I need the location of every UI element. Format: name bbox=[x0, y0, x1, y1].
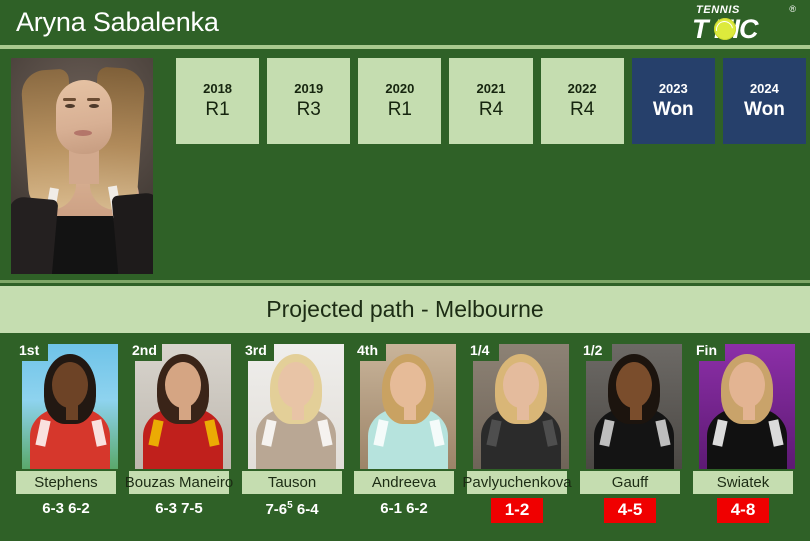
year-result-box[interactable]: 2019 R3 bbox=[267, 58, 351, 144]
year-label: 2023 bbox=[658, 81, 688, 96]
round-label: 4th bbox=[352, 340, 386, 361]
year-label: 2024 bbox=[749, 81, 779, 96]
round-label: 3rd bbox=[240, 340, 274, 361]
year-result: R3 bbox=[296, 99, 321, 120]
odds-badge[interactable]: 4-5 bbox=[604, 498, 656, 523]
opponent-photo bbox=[360, 344, 456, 469]
year-result: Won bbox=[652, 99, 694, 120]
round-label: 2nd bbox=[127, 340, 162, 361]
header-divider bbox=[0, 45, 810, 49]
page-title: Aryna Sabalenka bbox=[16, 7, 219, 37]
opponent-name: Andreeva bbox=[354, 471, 454, 494]
odds-badge[interactable]: 1-2 bbox=[491, 498, 543, 523]
year-result: R1 bbox=[387, 99, 412, 120]
opponent-name: Bouzas Maneiro bbox=[125, 471, 233, 494]
year-result-box[interactable]: 2024 Won bbox=[722, 58, 806, 144]
year-label: 2018 bbox=[203, 81, 233, 96]
round-label: 1/4 bbox=[465, 340, 499, 361]
section-title-band: Projected path - Melbourne bbox=[0, 286, 810, 333]
player-portrait bbox=[11, 58, 153, 274]
year-label: 2020 bbox=[385, 81, 415, 96]
page-header: Aryna Sabalenka TENNIS ® T NIC bbox=[0, 0, 810, 47]
match-score: 6-3 6-2 bbox=[42, 500, 90, 517]
year-label: 2021 bbox=[476, 81, 506, 96]
tennis-tonic-logo[interactable]: TENNIS ® T NIC bbox=[688, 4, 800, 44]
match-score: 6-1 6-2 bbox=[380, 500, 428, 517]
opponent-name: Swiatek bbox=[693, 471, 793, 494]
opponent-photo bbox=[135, 344, 231, 469]
tennis-ball-icon bbox=[714, 18, 736, 40]
opponent-name: Pavlyuchenkova bbox=[462, 471, 572, 494]
opponent-photo bbox=[248, 344, 344, 469]
match-score: 7-65 6-4 bbox=[265, 500, 319, 518]
year-result-box[interactable]: 2022 R4 bbox=[540, 58, 624, 144]
projected-path-row: 1st Stephens 6-3 6-2 2nd Bouzas Maneiro 6-3 7… bbox=[0, 340, 810, 541]
round-label: Fin bbox=[691, 340, 725, 361]
registered-trademark-icon: ® bbox=[789, 4, 796, 14]
year-result-box[interactable]: 2021 R4 bbox=[449, 58, 533, 144]
year-result: R1 bbox=[205, 99, 230, 120]
year-label: 2022 bbox=[567, 81, 597, 96]
opponent-name: Stephens bbox=[16, 471, 116, 494]
year-result-box[interactable]: 2023 Won bbox=[631, 58, 715, 144]
year-label: 2019 bbox=[294, 81, 324, 96]
year-result: R4 bbox=[569, 99, 595, 120]
round-label: 1/2 bbox=[578, 340, 612, 361]
opponent-photo bbox=[586, 344, 682, 469]
year-result-box[interactable]: 2018 R1 bbox=[176, 58, 260, 144]
opponent-name: Tauson bbox=[242, 471, 342, 494]
year-result: R4 bbox=[478, 99, 504, 120]
opponent-photo bbox=[699, 344, 795, 469]
odds-badge[interactable]: 4-8 bbox=[717, 498, 769, 523]
section-title: Projected path - Melbourne bbox=[266, 296, 544, 322]
match-score: 6-3 7-5 bbox=[155, 500, 203, 517]
year-result-box[interactable]: 2020 R1 bbox=[358, 58, 442, 144]
year-result: Won bbox=[744, 99, 785, 120]
opponent-photo bbox=[22, 344, 118, 469]
year-results-row: 2018 R1 2019 R3 2020 R1 2021 R4 2022 R4 2023 Won 202… bbox=[176, 58, 806, 144]
opponent-name: Gauff bbox=[580, 471, 680, 494]
opponent-photo bbox=[473, 344, 569, 469]
round-label: 1st bbox=[14, 340, 48, 361]
